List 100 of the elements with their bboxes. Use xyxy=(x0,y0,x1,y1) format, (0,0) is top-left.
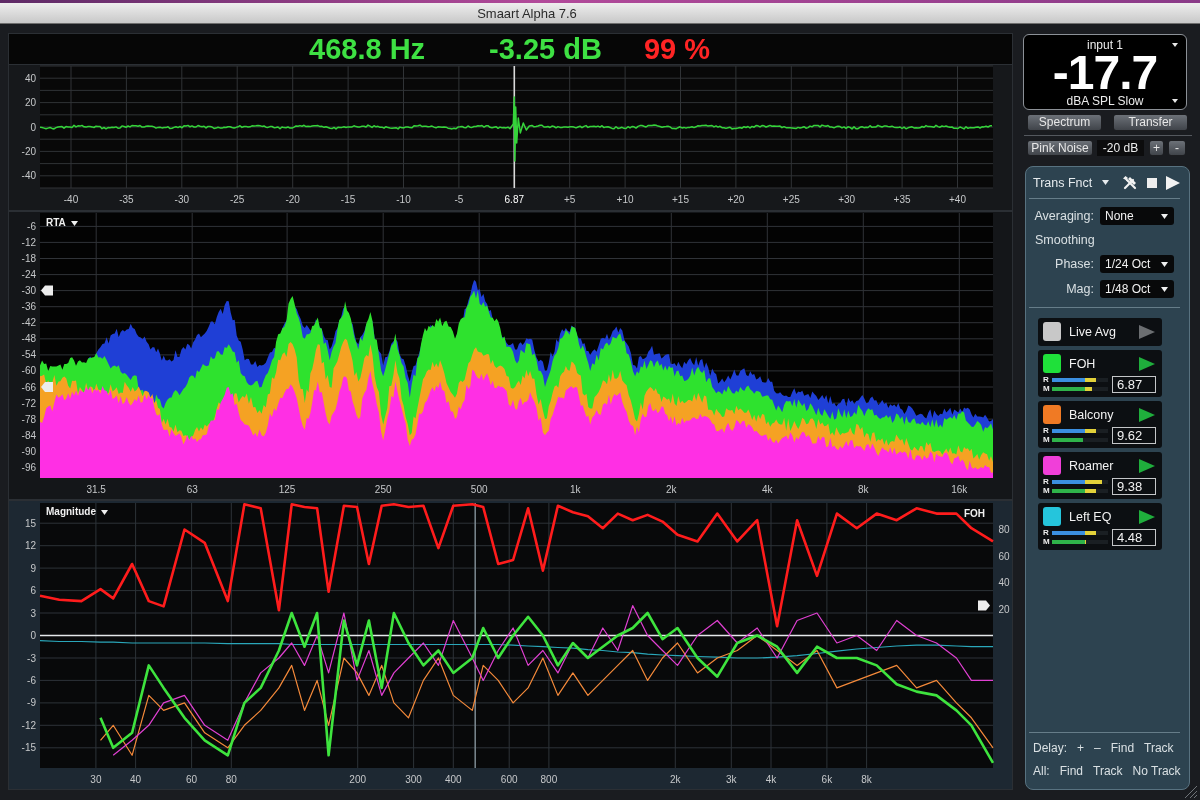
axis-tick-label: +40 xyxy=(949,194,966,205)
delay-field[interactable]: 6.87 xyxy=(1112,376,1156,393)
delay-field[interactable]: 9.38 xyxy=(1112,478,1156,495)
meter-label: R xyxy=(1043,376,1050,384)
axis-tick-label: 4k xyxy=(762,484,773,495)
play-icon[interactable] xyxy=(1139,509,1155,524)
measurement-card[interactable]: Balcony R M 9.62 xyxy=(1038,401,1162,448)
mode-button[interactable]: Spectrum xyxy=(1027,114,1102,131)
measurement-card[interactable]: Live Avg xyxy=(1038,318,1162,346)
axis-tick-label: -96 xyxy=(21,461,36,473)
caret-icon xyxy=(1161,286,1168,292)
flag-marker-icon[interactable] xyxy=(41,285,53,296)
axis-tick-label: 20 xyxy=(24,97,36,109)
axis-tick-label: 40 xyxy=(998,577,1010,588)
text-button[interactable]: Find xyxy=(1110,741,1135,755)
caret-icon xyxy=(1102,180,1110,185)
measurement-card[interactable]: Left EQ R M 4.48 xyxy=(1038,503,1162,550)
measurement-name: Balcony xyxy=(1069,407,1115,422)
generator-button[interactable]: Pink Noise xyxy=(1027,140,1093,156)
setting-dropdown[interactable]: 1/24 Oct xyxy=(1100,255,1174,273)
row-label: Delay: xyxy=(1033,741,1067,755)
axis-tick-label: 8k xyxy=(861,774,872,785)
measurement-name: Left EQ xyxy=(1069,509,1113,524)
axis-tick-label: 31.5 xyxy=(86,484,106,495)
axis-tick-label: 6k xyxy=(821,774,833,785)
axis-tick-label: 0 xyxy=(30,630,36,641)
play-icon[interactable] xyxy=(1139,458,1155,473)
axis-tick-label: -84 xyxy=(21,429,36,441)
axis-tick-label: -60 xyxy=(21,365,36,377)
resize-grip-icon[interactable] xyxy=(1185,786,1197,798)
play-icon[interactable] xyxy=(1139,324,1155,339)
caret-icon xyxy=(1172,43,1178,47)
flag-marker-icon[interactable] xyxy=(41,382,53,392)
axis-tick-label: -30 xyxy=(21,285,36,297)
step-button[interactable]: + xyxy=(1149,140,1164,156)
measurement-name: Roamer xyxy=(1069,458,1115,473)
delay-field[interactable]: 9.62 xyxy=(1112,427,1156,444)
level-field[interactable]: -20 dB xyxy=(1097,140,1144,156)
axis-tick-label: +35 xyxy=(893,194,911,205)
meter-label: M xyxy=(1043,538,1051,546)
axis-tick-label: -35 xyxy=(119,194,134,205)
axis-tick-label: -78 xyxy=(21,413,36,425)
axis-tick-label: -30 xyxy=(174,194,190,205)
delay-field[interactable]: 4.48 xyxy=(1112,529,1156,546)
axis-tick-label: 8k xyxy=(858,484,869,495)
text-button[interactable]: – xyxy=(1094,741,1101,755)
axis-tick-label: -6 xyxy=(27,674,36,686)
measurement-card[interactable]: FOH R M 6.87 xyxy=(1038,350,1162,397)
text-button[interactable]: Track xyxy=(1093,764,1123,778)
meter-label: R xyxy=(1043,427,1050,435)
tools-icon[interactable] xyxy=(1123,175,1138,190)
axis-tick-label: -90 xyxy=(21,445,36,457)
axis-tick-label: 4k xyxy=(765,774,777,785)
measurement-card[interactable]: Roamer R M 9.38 xyxy=(1038,452,1162,499)
readout-value: 99 % xyxy=(643,34,710,64)
section-label: Smoothing xyxy=(1035,233,1095,247)
axis-tick-label: 15 xyxy=(24,517,36,529)
axis-tick-label: 500 xyxy=(470,484,488,495)
axis-tick-label: 2k xyxy=(670,774,681,785)
play-icon[interactable] xyxy=(1139,356,1155,371)
axis-tick-label: -5 xyxy=(454,194,464,205)
text-button[interactable]: Find xyxy=(1059,764,1083,778)
text-button[interactable]: No Track xyxy=(1132,764,1181,778)
stop-icon[interactable] xyxy=(1147,177,1158,188)
axis-tick-label: +5 xyxy=(564,194,576,205)
axis-tick-label: -66 xyxy=(21,381,36,393)
meter-label: M xyxy=(1043,385,1051,393)
axis-tick-label: 0 xyxy=(30,121,36,133)
play-icon[interactable] xyxy=(1166,175,1181,190)
view-dropdown[interactable]: RTA xyxy=(46,217,78,229)
axis-tick-label: 3 xyxy=(30,607,36,619)
axis-tick-label: 300 xyxy=(405,774,422,785)
spl-value: -17.7 xyxy=(1051,52,1159,94)
axis-tick-label: -3 xyxy=(27,652,36,664)
text-button[interactable]: Track xyxy=(1144,741,1174,755)
axis-tick-label: 3k xyxy=(726,774,737,785)
axis-tick-label: -20 xyxy=(21,145,36,157)
axis-tick-label: +30 xyxy=(838,194,856,205)
setting-dropdown[interactable]: 1/48 Oct xyxy=(1100,280,1174,298)
axis-tick-label: 250 xyxy=(374,484,392,495)
setting-dropdown[interactable]: None xyxy=(1100,207,1174,225)
axis-tick-label: 6 xyxy=(30,585,36,597)
axis-tick-label: 80 xyxy=(225,774,237,785)
units-dropdown[interactable]: dBA SPL Slow xyxy=(1030,94,1180,108)
play-icon[interactable] xyxy=(1139,407,1155,422)
axis-tick-label: +15 xyxy=(672,194,689,205)
step-button[interactable]: - xyxy=(1168,140,1186,156)
axis-tick-label: 9 xyxy=(30,562,36,574)
row-label: All: xyxy=(1033,764,1050,778)
readout-value: 468.8 Hz xyxy=(309,34,426,64)
axis-tick-label: 63 xyxy=(186,484,198,495)
axis-tick-label: -10 xyxy=(396,194,411,205)
meter-label: R xyxy=(1043,529,1050,537)
axis-tick-label: 800 xyxy=(540,774,558,785)
axis-tick-label: 125 xyxy=(278,484,296,495)
input-dropdown[interactable]: input 1 xyxy=(1030,38,1180,52)
text-button[interactable]: + xyxy=(1077,741,1085,755)
mode-button[interactable]: Transfer xyxy=(1113,114,1188,131)
mode-dropdown[interactable]: Trans Fnct xyxy=(1033,175,1110,190)
axis-tick-label: -12 xyxy=(21,719,36,731)
